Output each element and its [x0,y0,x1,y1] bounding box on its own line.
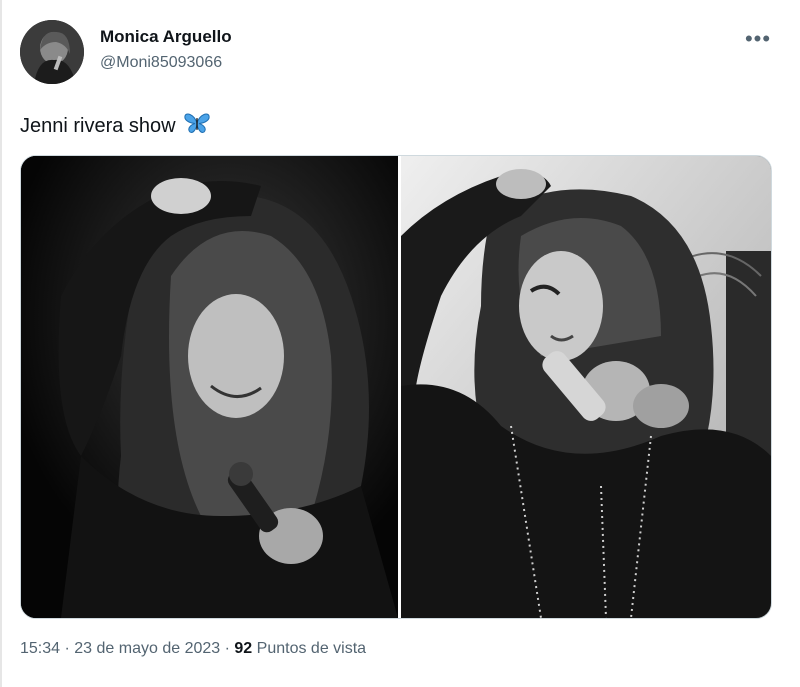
avatar[interactable] [20,20,84,84]
tweet-text: Jenni rivera show [20,112,210,140]
tweet-media-grid[interactable] [20,155,772,619]
photo-right[interactable] [401,156,771,618]
tweet-text-content: Jenni rivera show [20,114,176,137]
tweet-card: Monica Arguello @Moni85093066 ••• Jenni … [0,0,800,687]
tweet-meta: 15:34 · 23 de mayo de 2023 · 92 Puntos d… [20,640,366,658]
views-count[interactable]: 92 [234,640,252,657]
more-horizontal-icon: ••• [744,26,772,51]
author-handle[interactable]: @Moni85093066 [100,54,222,72]
more-options-button[interactable]: ••• [740,25,776,53]
tweet-date[interactable]: 23 de mayo de 2023 [74,640,220,657]
butterfly-icon [184,112,210,140]
views-label: Puntos de vista [256,640,367,657]
meta-separator: · [64,640,70,657]
meta-separator: · [224,640,230,657]
author-display-name[interactable]: Monica Arguello [100,27,232,47]
photo-left[interactable] [21,156,398,618]
tweet-time[interactable]: 15:34 [20,640,60,657]
